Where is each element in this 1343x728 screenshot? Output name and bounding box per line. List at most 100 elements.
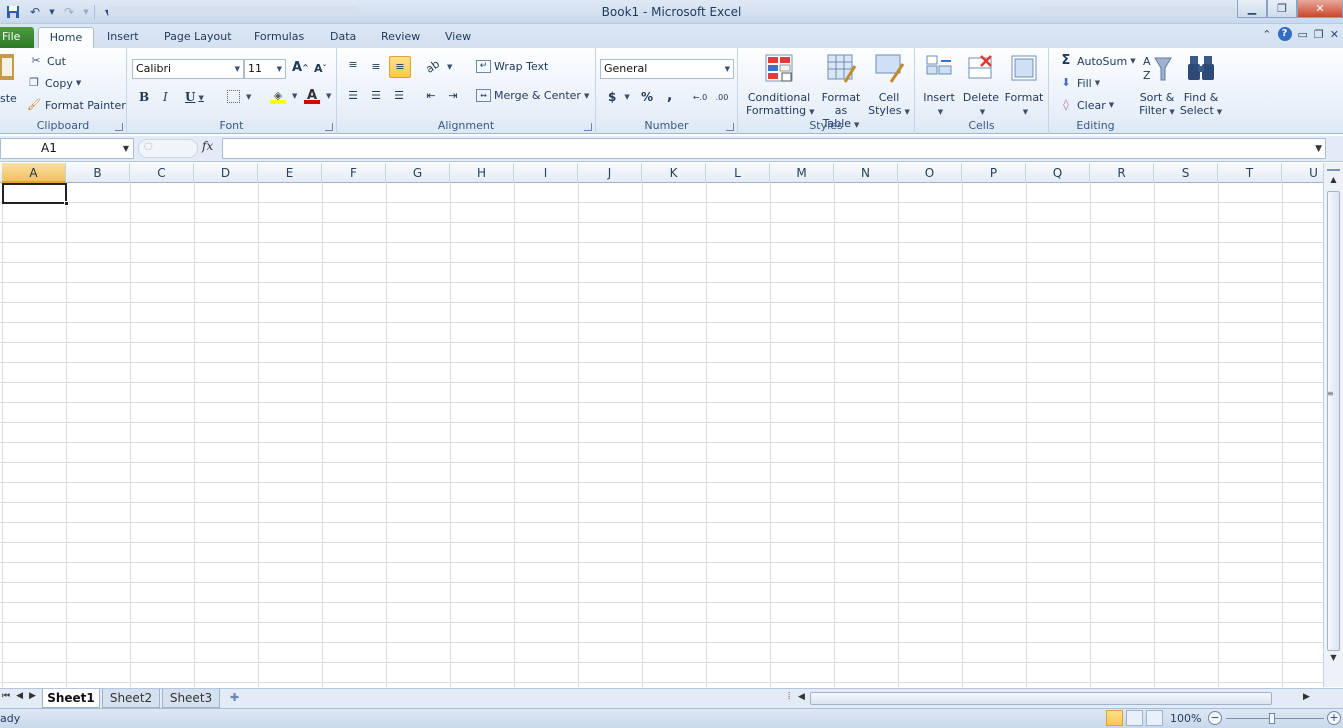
autosum-button[interactable]: Σ AutoSum ▼ <box>1058 53 1136 69</box>
column-header-i[interactable]: I <box>514 163 578 183</box>
zoom-track[interactable] <box>1226 718 1324 719</box>
column-header-b[interactable]: B <box>66 163 130 183</box>
vertical-scrollbar[interactable]: ▲ ≡ ▼ <box>1323 163 1343 687</box>
format-painter-button[interactable]: 🖌 Format Painter <box>26 97 126 113</box>
column-header-q[interactable]: Q <box>1026 163 1090 183</box>
align-top-button[interactable]: ≡ <box>345 57 364 73</box>
tab-home[interactable]: Home <box>38 27 94 48</box>
next-sheet-icon[interactable]: ▶ <box>29 691 36 701</box>
formula-input[interactable]: ▼ <box>222 138 1326 159</box>
scroll-right-icon[interactable]: ▶ <box>1303 692 1310 702</box>
column-header-u[interactable]: U <box>1282 163 1323 183</box>
clear-button[interactable]: ◊ Clear ▼ <box>1058 97 1114 113</box>
borders-button[interactable]: ▼ <box>227 90 251 103</box>
sheet-tab-sheet3[interactable]: Sheet3 <box>162 689 220 708</box>
column-header-t[interactable]: T <box>1218 163 1282 183</box>
doc-restore-icon[interactable]: ❐ <box>1314 28 1324 41</box>
help-icon[interactable]: ? <box>1277 27 1292 41</box>
scroll-up-icon[interactable]: ▲ <box>1327 175 1340 187</box>
align-middle-button[interactable]: ≡ <box>368 59 387 75</box>
dialog-launcher-icon[interactable] <box>584 123 592 131</box>
column-header-k[interactable]: K <box>642 163 706 183</box>
paste-button[interactable]: ste <box>0 52 17 105</box>
scroll-left-icon[interactable]: ◀ <box>798 692 805 702</box>
font-color-button[interactable]: A ▼ <box>304 88 331 104</box>
tab-file[interactable]: File <box>0 27 34 48</box>
dialog-launcher-icon[interactable] <box>115 123 123 131</box>
column-header-a[interactable]: A <box>2 163 66 183</box>
column-header-n[interactable]: N <box>834 163 898 183</box>
prev-sheet-icon[interactable]: ◀ <box>16 691 23 701</box>
zoom-out-icon[interactable]: − <box>1208 711 1222 725</box>
tab-formulas[interactable]: Formulas <box>246 27 312 48</box>
doc-minimize-icon[interactable]: ▭ <box>1298 28 1308 41</box>
column-header-c[interactable]: C <box>130 163 194 183</box>
minimize-ribbon-icon[interactable]: ⌃ <box>1262 28 1271 41</box>
increase-indent-button[interactable]: ⇥ <box>445 88 464 104</box>
wrap-text-button[interactable]: ↵ Wrap Text <box>476 60 548 73</box>
percent-button[interactable]: % <box>641 90 653 104</box>
insert-cells-button[interactable]: Insert ▼ <box>919 52 959 119</box>
align-right-button[interactable]: ☰ <box>391 88 410 104</box>
page-break-view-icon[interactable] <box>1146 710 1163 726</box>
restore-icon[interactable]: ❐ <box>1267 0 1297 18</box>
minimize-icon[interactable]: ▁ <box>1237 0 1267 18</box>
align-center-button[interactable]: ☰ <box>368 88 387 104</box>
worksheet-grid[interactable]: ABCDEFGHIJKLMNOPQRSTU <box>0 163 1323 687</box>
conditional-formatting-button[interactable]: Conditional Formatting ▼ <box>746 52 814 119</box>
tab-view[interactable]: View <box>437 27 479 48</box>
column-header-f[interactable]: F <box>322 163 386 183</box>
formula-expander-icon[interactable]: ◌ <box>144 141 153 152</box>
tab-page-layout[interactable]: Page Layout <box>156 27 240 48</box>
orientation-button[interactable]: ab ▼ <box>423 57 452 76</box>
column-header-j[interactable]: J <box>578 163 642 183</box>
column-header-d[interactable]: D <box>194 163 258 183</box>
fill-handle[interactable] <box>64 201 69 206</box>
merge-center-button[interactable]: ↔ Merge & Center ▼ <box>476 89 589 102</box>
column-header-l[interactable]: L <box>706 163 770 183</box>
shrink-font-button[interactable]: Aˇ <box>314 62 327 75</box>
align-left-button[interactable]: ☰ <box>345 88 364 104</box>
column-header-m[interactable]: M <box>770 163 834 183</box>
column-header-e[interactable]: E <box>258 163 322 183</box>
format-cells-button[interactable]: Format ▼ <box>1003 52 1045 119</box>
column-header-o[interactable]: O <box>898 163 962 183</box>
font-size-combo[interactable]: 11 ▼ <box>244 59 286 79</box>
active-cell[interactable] <box>2 183 69 206</box>
italic-button[interactable]: I <box>163 90 168 104</box>
copy-button[interactable]: ❐ Copy ▼ <box>26 75 81 91</box>
fill-color-button[interactable]: ◈ ▼ <box>270 88 297 104</box>
find-select-button[interactable]: Find & Select ▼ <box>1179 52 1223 119</box>
font-name-combo[interactable]: Calibri ▼ <box>132 59 244 79</box>
vertical-scroll-thumb[interactable] <box>1327 191 1340 651</box>
comma-button[interactable]: , <box>667 88 672 104</box>
zoom-level[interactable]: 100% <box>1170 712 1201 725</box>
cut-button[interactable]: ✂ Cut <box>28 53 66 69</box>
column-header-g[interactable]: G <box>386 163 450 183</box>
decrease-indent-button[interactable]: ⇤ <box>423 88 442 104</box>
split-box-icon[interactable] <box>1327 165 1340 171</box>
scroll-down-icon[interactable]: ▼ <box>1327 653 1340 665</box>
decrease-decimal-button[interactable]: .00 <box>714 90 733 106</box>
zoom-in-icon[interactable]: + <box>1327 711 1341 725</box>
name-box[interactable]: A1 ▼ <box>0 138 134 159</box>
first-sheet-icon[interactable]: ⏮ <box>2 691 10 701</box>
column-header-p[interactable]: P <box>962 163 1026 183</box>
delete-cells-button[interactable]: Delete ▼ <box>961 52 1001 119</box>
insert-function-button[interactable]: fx <box>202 139 213 153</box>
horizontal-scroll-thumb[interactable] <box>810 692 1272 705</box>
column-header-r[interactable]: R <box>1090 163 1154 183</box>
expand-formula-bar-icon[interactable]: ▼ <box>1315 144 1322 154</box>
underline-button[interactable]: U ▼ <box>185 90 204 104</box>
align-bottom-button[interactable]: ≡ <box>389 56 411 78</box>
tab-insert[interactable]: Insert <box>99 27 147 48</box>
tab-data[interactable]: Data <box>322 27 364 48</box>
grow-font-button[interactable]: A ^ <box>292 60 309 75</box>
horizontal-scrollbar[interactable]: ⦙ ◀ ▶ <box>788 691 1318 706</box>
doc-close-icon[interactable]: ✕ <box>1330 28 1339 41</box>
insert-sheet-icon[interactable]: ✚ <box>230 691 248 705</box>
normal-view-icon[interactable] <box>1106 710 1123 726</box>
sheet-tab-sheet1[interactable]: Sheet1 <box>42 689 100 708</box>
zoom-slider[interactable] <box>1269 713 1275 724</box>
fill-button[interactable]: ⬇ Fill ▼ <box>1058 75 1100 91</box>
